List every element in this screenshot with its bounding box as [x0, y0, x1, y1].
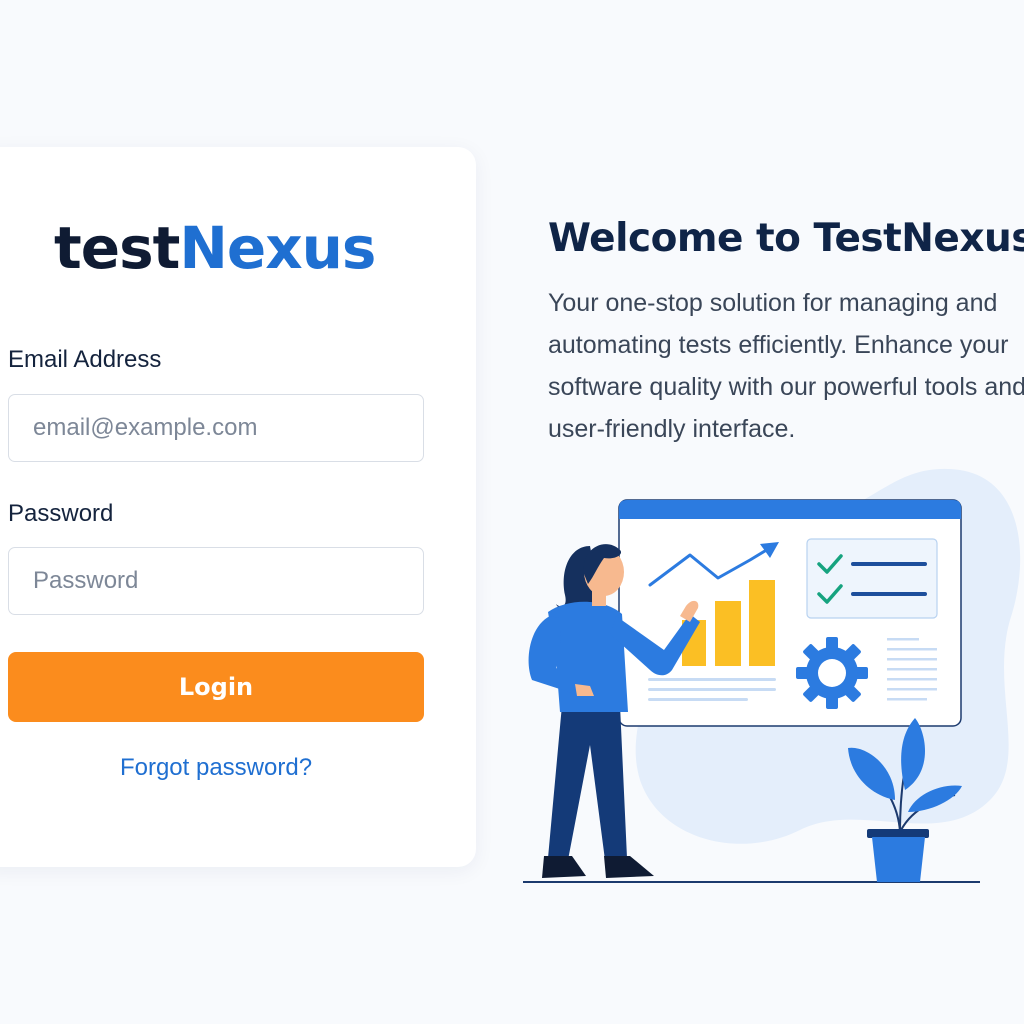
dashboard-illustration: [523, 468, 1021, 883]
login-page: testNexus Email Address Password Login F…: [0, 0, 1024, 1024]
welcome-line: Your one-stop solution for managing and: [548, 289, 998, 317]
brand-logo-part1: test: [54, 214, 180, 282]
chart-board: [618, 499, 962, 727]
password-input[interactable]: [8, 547, 424, 615]
brand-logo-part2: Nexus: [179, 214, 376, 282]
email-label: Email Address: [8, 346, 162, 373]
email-input[interactable]: [8, 394, 424, 462]
gear-icon: [796, 637, 868, 709]
brand-logo: testNexus: [54, 208, 376, 288]
password-label: Password: [8, 500, 114, 527]
login-button[interactable]: Login: [8, 652, 424, 722]
welcome-line: software quality with our powerful tools…: [548, 373, 1024, 401]
welcome-line: user-friendly interface.: [548, 415, 796, 443]
welcome-description: Your one-stop solution for managing and …: [548, 282, 1024, 450]
welcome-line: automating tests efficiently. Enhance yo…: [548, 331, 1009, 359]
welcome-title: Welcome to TestNexus: [548, 216, 1024, 261]
forgot-password-link[interactable]: Forgot password?: [8, 754, 424, 782]
